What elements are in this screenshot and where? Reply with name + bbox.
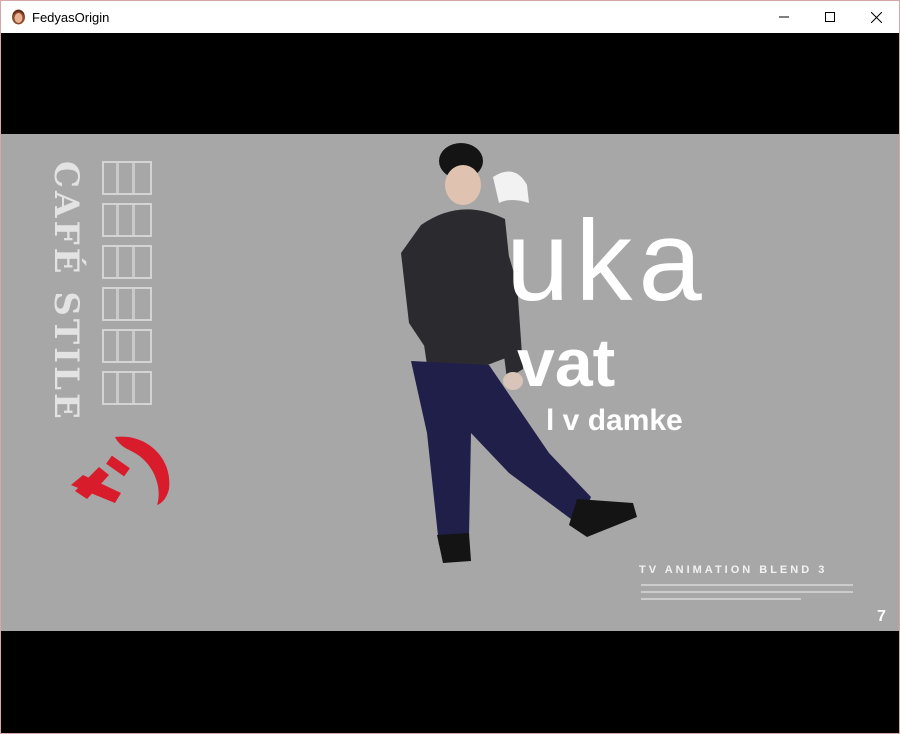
app-window: FedyasOrigin CAFÉ STILE uka vat l v damk… — [0, 0, 900, 734]
avatar-icon — [11, 9, 26, 25]
headline-text: uka — [506, 198, 708, 325]
minimize-icon — [779, 16, 789, 18]
video-viewport[interactable]: CAFÉ STILE uka vat l v damke TV ANIMATIO… — [1, 33, 899, 733]
hammer-sickle-icon — [69, 433, 181, 512]
window-title: FedyasOrigin — [32, 10, 110, 25]
title-bar[interactable]: FedyasOrigin — [1, 1, 899, 33]
credit-text: TV ANIMATION BLEND 3 — [639, 564, 828, 576]
video-frame: CAFÉ STILE uka vat l v damke TV ANIMATIO… — [1, 134, 899, 631]
side-text: CAFÉ STILE — [46, 161, 86, 422]
decorative-boxes — [102, 161, 156, 413]
credit-fine-print — [641, 584, 853, 605]
maximize-button[interactable] — [807, 1, 853, 33]
close-icon — [870, 11, 882, 23]
tagline-text: l v damke — [546, 404, 683, 437]
maximize-icon — [825, 12, 835, 22]
close-button[interactable] — [853, 1, 899, 33]
corner-number: 7 — [877, 608, 886, 625]
subline-text: vat — [517, 325, 616, 401]
minimize-button[interactable] — [761, 1, 807, 33]
